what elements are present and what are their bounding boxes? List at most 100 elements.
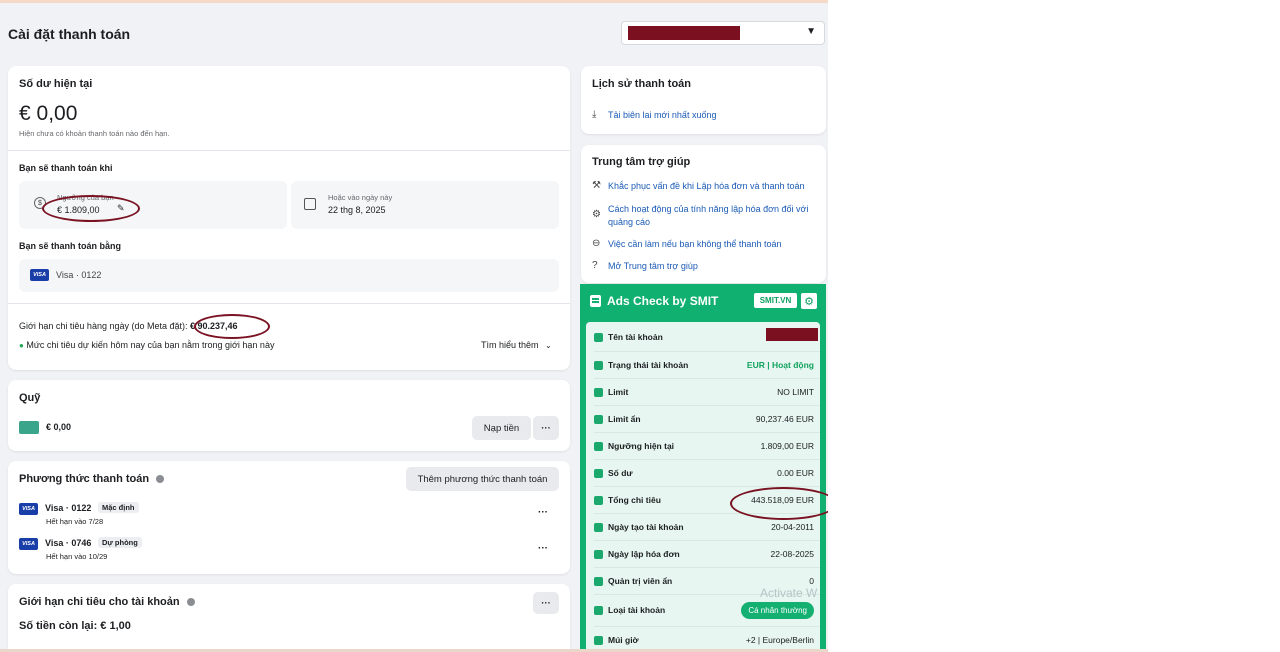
visa-icon: VISA [19, 538, 38, 550]
visa-icon: VISA [19, 503, 38, 515]
help-link-cannot-pay[interactable]: Việc cần làm nếu bạn không thể thanh toá… [608, 239, 820, 249]
row-value: 20-04-2011 [771, 522, 814, 532]
smit-header: Ads Check by SMIT SMIT.VN ⚙ [580, 284, 826, 319]
tools-icon: ⚒ [592, 180, 601, 191]
help-link-open-help-center[interactable]: Mở Trung tâm trợ giúp [608, 261, 820, 271]
status-dot-icon: ● [19, 341, 24, 350]
threshold-icon [594, 442, 603, 451]
smit-vn-badge[interactable]: SMIT.VN [754, 293, 797, 308]
smit-row-balance: Số dư 0.00 EUR [594, 459, 820, 487]
page-title: Cài đặt thanh toán [8, 26, 131, 42]
row-value: 0 [809, 576, 814, 586]
payment-method-more-button[interactable]: ··· [538, 507, 548, 518]
pay-with-card: Visa · 0122 [56, 270, 102, 280]
status-icon [594, 361, 603, 370]
activate-windows-watermark: Activate W [760, 586, 818, 600]
balance-icon [594, 469, 603, 478]
row-label: Limit [608, 387, 629, 397]
account-limit-more-button[interactable]: ··· [533, 592, 559, 614]
default-badge: Mặc định [98, 502, 139, 513]
row-value: +2 | Europe/Berlin [745, 635, 814, 645]
fund-title: Quỹ [19, 392, 41, 404]
row-label: Múi giờ [608, 635, 639, 645]
redacted-account-name [766, 328, 818, 341]
row-value: EUR | Hoạt động [746, 360, 814, 370]
smit-row-status: Trạng thái tài khoản EUR | Hoạt động [594, 351, 820, 379]
add-funds-button[interactable]: Nạp tiền [472, 416, 531, 440]
redacted-account-name [628, 26, 740, 40]
question-circle-icon: ? [592, 260, 598, 271]
gear-icon: ⚙ [592, 209, 601, 220]
payment-history-title: Lịch sử thanh toán [592, 78, 692, 90]
divider [8, 150, 570, 151]
row-value: 90,237.46 EUR [755, 414, 814, 424]
pay-when-title: Bạn sẽ thanh toán khi [19, 163, 113, 173]
row-label: Ngày lập hóa đơn [608, 549, 680, 559]
pay-with-card-box: VISA Visa · 0122 [19, 259, 559, 292]
clock-icon [594, 636, 603, 645]
user-icon [594, 606, 603, 615]
shield-icon [594, 577, 603, 586]
add-payment-method-button[interactable]: Thêm phương thức thanh toán [406, 467, 559, 491]
row-label: Loại tài khoản [608, 605, 666, 615]
row-value: 1.809,00 EUR [760, 441, 814, 451]
hidden-limit-icon [594, 415, 603, 424]
fund-more-button[interactable]: ··· [533, 416, 559, 440]
row-label: Tên tài khoản [608, 332, 663, 342]
annotation-circle-threshold [42, 195, 140, 222]
fund-card: Quỹ € 0,00 Nạp tiền ··· [8, 380, 570, 451]
remaining-amount: Số tiền còn lại: € 1,00 [19, 620, 131, 632]
account-selector[interactable]: ▼ [621, 21, 825, 45]
smit-row-account-name: Tên tài khoản [594, 324, 820, 351]
balance-title: Số dư hiện tại [19, 78, 93, 90]
top-border [0, 0, 828, 3]
smit-row-threshold: Ngưỡng hiện tại 1.809,00 EUR [594, 432, 820, 460]
daily-limit-note-row: ● Mức chi tiêu dự kiến hôm nay của bạn n… [19, 340, 274, 350]
chevron-down-icon: ⌄ [545, 341, 552, 350]
wallet-icon [19, 421, 39, 434]
total-spend-icon [594, 496, 603, 505]
daily-limit-note: Mức chi tiêu dự kiến hôm nay của bạn nằm… [26, 340, 275, 350]
balance-amount: € 0,00 [19, 102, 78, 125]
gear-icon[interactable]: ⚙ [801, 293, 817, 309]
smit-row-hidden-limit: Limit ẩn 90,237.46 EUR [594, 405, 820, 433]
help-link-troubleshoot[interactable]: Khắc phục vấn đề khi Lập hóa đơn và than… [608, 181, 820, 191]
help-center-title: Trung tâm trợ giúp [592, 156, 691, 168]
minus-circle-icon: ⊖ [592, 238, 601, 249]
learn-more-link[interactable]: Tìm hiểu thêm ⌄ [481, 340, 552, 350]
account-limit-title: Giới hạn chi tiêu cho tài khoản [19, 596, 180, 608]
info-icon[interactable] [186, 598, 195, 607]
smit-title: Ads Check by SMIT [607, 294, 719, 308]
row-value: 22-08-2025 [770, 549, 814, 559]
limit-icon [594, 388, 603, 397]
payment-method-name: Visa · 0746 [45, 538, 92, 548]
chevron-down-icon: ▼ [806, 26, 816, 37]
backup-badge: Dự phòng [98, 537, 142, 548]
payment-history-card: Lịch sử thanh toán ⤓ Tải biên lai mới nh… [581, 66, 826, 134]
date-value: 22 thg 8, 2025 [328, 205, 386, 215]
help-center-card: Trung tâm trợ giúp ⚒ Khắc phục vấn đề kh… [581, 145, 826, 283]
row-label: Trạng thái tài khoản [608, 360, 689, 370]
row-label: Ngày tạo tài khoản [608, 522, 684, 532]
payment-methods-card: Phương thức thanh toán Thêm phương thức … [8, 461, 570, 574]
fund-amount: € 0,00 [46, 422, 72, 432]
balance-note: Hiện chưa có khoản thanh toán nào đến hạ… [19, 129, 170, 138]
visa-icon: VISA [30, 269, 49, 281]
daily-limit-label: Giới hạn chi tiêu hàng ngày (do Meta đặt… [19, 321, 188, 331]
row-value: NO LIMIT [777, 387, 814, 397]
row-label: Quản trị viên ẩn [608, 576, 673, 586]
info-icon[interactable] [156, 475, 165, 484]
account-limit-card: Giới hạn chi tiêu cho tài khoản ··· Số t… [8, 584, 570, 652]
download-receipt-link[interactable]: Tải biên lai mới nhất xuống [608, 110, 716, 120]
learn-more-label: Tìm hiểu thêm [481, 340, 539, 350]
calendar-icon [304, 198, 316, 210]
calendar-icon [594, 523, 603, 532]
row-label: Ngưỡng hiện tại [608, 441, 675, 451]
payment-methods-title-row: Phương thức thanh toán [19, 473, 165, 485]
payment-method-more-button[interactable]: ··· [538, 543, 548, 554]
download-icon: ⤓ [592, 109, 597, 120]
help-link-how-billing-works[interactable]: Cách hoạt động của tính năng lập hóa đơn… [608, 203, 820, 229]
payment-methods-title: Phương thức thanh toán [19, 473, 150, 485]
date-box: Hoặc vào ngày này 22 thg 8, 2025 [291, 181, 559, 229]
payment-method-expiry: Hết hạn vào 10/29 [46, 552, 108, 561]
